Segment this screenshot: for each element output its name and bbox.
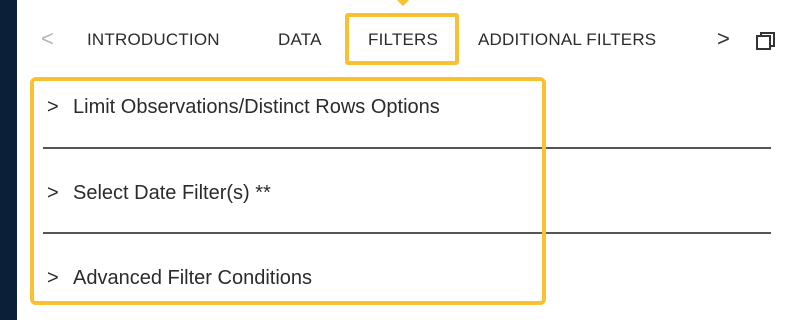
pointer-notch bbox=[395, 0, 411, 7]
active-tab-highlight bbox=[345, 13, 459, 65]
tab-additional-filters[interactable]: ADDITIONAL FILTERS bbox=[478, 30, 656, 50]
tab-scroll-right-button[interactable]: > bbox=[717, 26, 730, 52]
tab-scroll-left-button[interactable]: < bbox=[41, 26, 54, 52]
restore-window-icon[interactable] bbox=[755, 30, 777, 52]
sections-highlight bbox=[30, 77, 546, 305]
filters-panel: < INTRODUCTION DATA FILTERS ADDITIONAL F… bbox=[17, 0, 798, 320]
tab-data[interactable]: DATA bbox=[278, 30, 322, 50]
tab-introduction[interactable]: INTRODUCTION bbox=[87, 30, 220, 50]
tab-bar: < INTRODUCTION DATA FILTERS ADDITIONAL F… bbox=[17, 0, 798, 78]
